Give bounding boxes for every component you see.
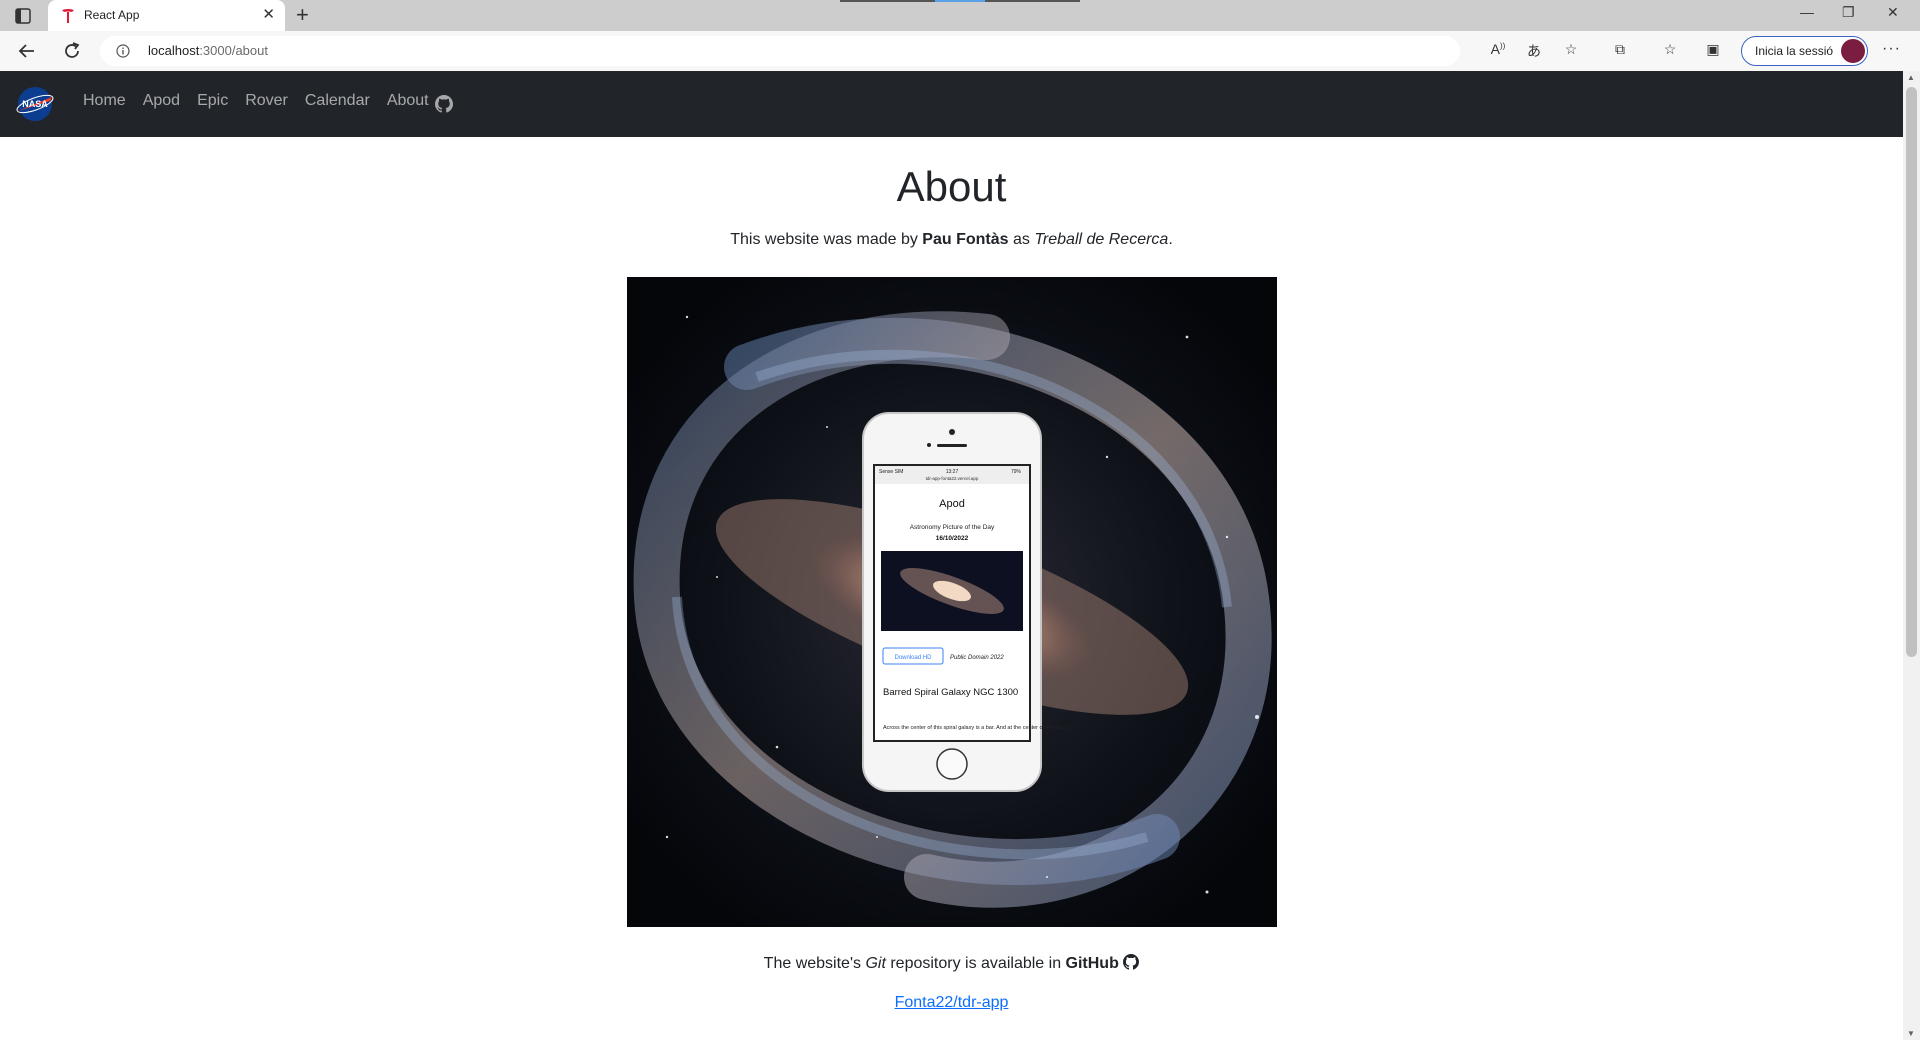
address-bar[interactable]: localhost:3000/about [100, 36, 1460, 66]
phone-description: Across the center of this spiral galaxy … [883, 725, 1069, 731]
phone-status-carrier: Sense SIM [879, 469, 903, 475]
profile-avatar [1841, 39, 1865, 63]
phone-subtitle: Astronomy Picture of the Day [910, 524, 995, 531]
read-aloud-icon[interactable]: A)) [1488, 41, 1508, 61]
minimize-icon[interactable]: — [1800, 4, 1814, 20]
nasa-logo-text: NASA [22, 99, 48, 109]
url-text[interactable]: localhost:3000/about [148, 43, 268, 58]
repo-link-row: Fonta22/tdr-app [0, 994, 1903, 1012]
favorites-icon[interactable]: ☆ [1660, 41, 1680, 61]
repo-link[interactable]: Fonta22/tdr-app [895, 994, 1009, 1011]
git-word: Git [865, 955, 886, 972]
loading-bar [840, 0, 1080, 2]
more-options-icon[interactable]: ··· [1882, 40, 1901, 58]
tab-close-icon[interactable]: ✕ [262, 5, 275, 23]
galaxy-phone-image: Sense SIM 13:27 79% tdr-app-fonta22.verc… [627, 277, 1277, 927]
extensions-icon[interactable]: ⧉ [1610, 41, 1630, 61]
byline: This website was made by Pau Fontàs as T… [730, 231, 1173, 248]
scroll-up-icon[interactable]: ▲ [1907, 73, 1915, 82]
github-icon[interactable] [435, 95, 453, 113]
phone-url: tdr-app-fonta22.vercel.app [926, 476, 979, 481]
tab-actions-icon[interactable] [12, 6, 34, 26]
nav-home[interactable]: Home [83, 92, 126, 110]
repo-sentence: The website's Git repository is availabl… [0, 954, 1903, 973]
restore-icon[interactable]: ❐ [1842, 4, 1855, 21]
tab-title: React App [84, 8, 140, 22]
tab-favicon-icon [62, 9, 74, 23]
phone-status-battery: 79% [1011, 469, 1022, 475]
phone-status-time: 13:27 [946, 469, 959, 475]
reload-icon[interactable] [61, 40, 83, 62]
scrollbar-thumb[interactable] [1906, 87, 1917, 657]
nav-about[interactable]: About [387, 92, 429, 110]
sign-in-label: Inicia la sessió [1755, 44, 1834, 58]
browser-tab[interactable]: React App ✕ [48, 0, 285, 31]
phone-image-title-line: Barred Spiral Galaxy NGC 1300 [883, 687, 1018, 698]
nav-epic[interactable]: Epic [197, 92, 228, 110]
project-name: Treball de Recerca [1034, 231, 1169, 248]
page-scrollbar[interactable]: ▲ ▼ [1903, 71, 1920, 1040]
author-name: Pau Fontàs [922, 231, 1009, 248]
add-favorite-icon[interactable]: ☆ [1561, 41, 1581, 61]
window-close-icon[interactable]: ✕ [1887, 4, 1899, 21]
phone-date: 16/10/2022 [936, 535, 969, 542]
address-bar-row: localhost:3000/about A)) あ ☆ ⧉ ☆ ▣ Inici… [0, 31, 1920, 71]
new-tab-icon[interactable]: + [296, 3, 309, 27]
nav-links: Home Apod Epic Rover Calendar About [83, 92, 446, 110]
back-icon[interactable] [16, 40, 38, 62]
site-info-icon[interactable] [116, 44, 130, 58]
nav-apod[interactable]: Apod [143, 92, 180, 110]
nav-rover[interactable]: Rover [245, 92, 288, 110]
page-title: About [896, 163, 1007, 210]
phone-image-title: Barred Spiral Galaxy NGC 1300 [883, 687, 1018, 698]
sign-in-button[interactable]: Inicia la sessió [1741, 36, 1868, 66]
translate-icon[interactable]: あ [1524, 41, 1544, 61]
phone-credit: Public Domain 2022 [950, 655, 1004, 661]
nav-calendar[interactable]: Calendar [305, 92, 370, 110]
browser-tab-bar: React App ✕ + — ❐ ✕ [0, 0, 1920, 31]
page-viewport: NASA Home Apod Epic Rover Calendar About… [0, 71, 1903, 1040]
site-navbar: NASA Home Apod Epic Rover Calendar About [0, 71, 1903, 137]
github-inline-icon [1123, 954, 1140, 970]
scroll-down-icon[interactable]: ▼ [1907, 1029, 1915, 1038]
github-word: GitHub [1065, 955, 1119, 972]
phone-download-button: Download HD [894, 655, 932, 661]
phone-heading: Apod [939, 498, 965, 510]
phone-mockup: Sense SIM 13:27 79% tdr-app-fonta22.verc… [862, 412, 1069, 792]
collections-icon[interactable]: ▣ [1703, 41, 1723, 61]
nasa-logo[interactable]: NASA [14, 85, 56, 123]
